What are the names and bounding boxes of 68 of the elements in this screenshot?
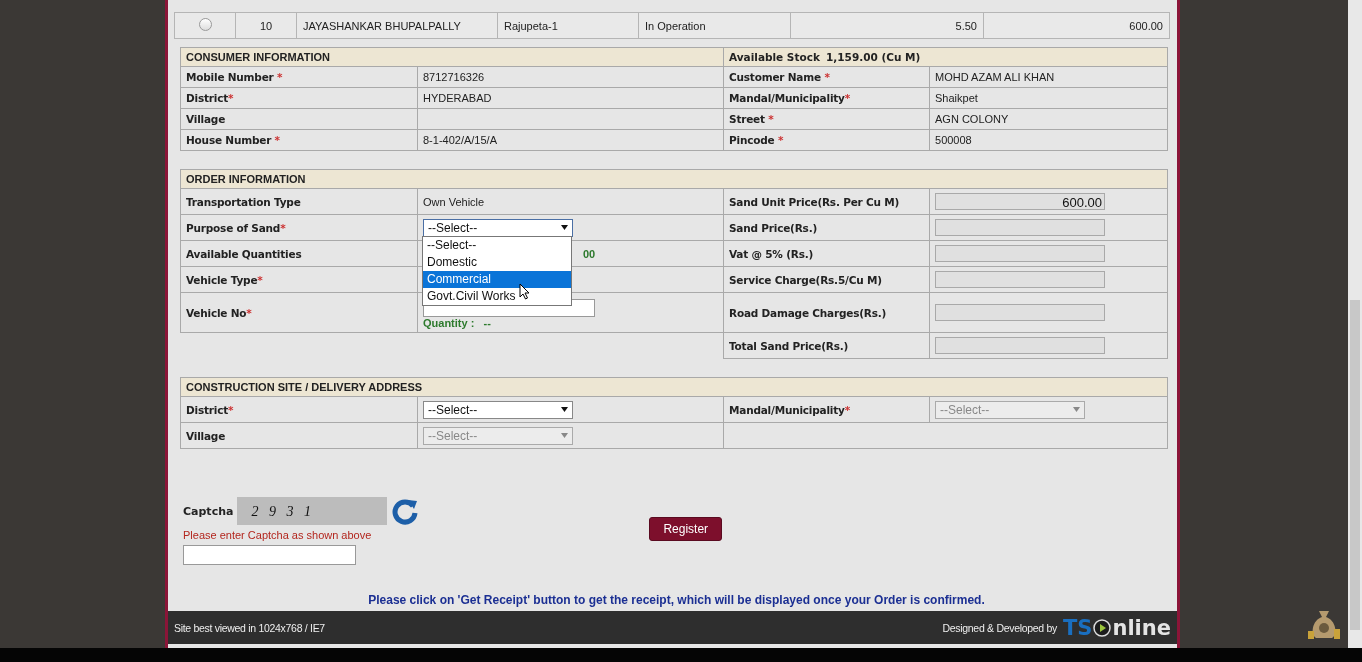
captcha-image: 2 9 3 1 [237, 497, 388, 525]
field-label: Mandal/Municipality* [729, 403, 851, 416]
register-button[interactable]: Register [649, 517, 723, 541]
field-label: Village [186, 113, 226, 125]
field-value: 500008 [935, 134, 972, 146]
field-label: Pincode * [729, 134, 784, 146]
table-cell: JAYASHANKAR BHUPALPALLY [303, 19, 461, 32]
dropdown-arrow-icon [1073, 407, 1080, 412]
captcha-label: Captcha [183, 504, 234, 518]
section-title: CONSUMER INFORMATION [186, 51, 330, 63]
logo: TS nline [1063, 615, 1171, 640]
field-label: District* [186, 403, 234, 416]
field-label: Road Damage Charges(Rs.) [729, 306, 887, 319]
footer-note: Site best viewed in 1024x768 / IE7 [174, 621, 325, 634]
dropdown-option[interactable]: Domestic [423, 254, 571, 271]
field-label: Available Quantities [186, 247, 302, 260]
notice-text: Please click on 'Get Receipt' button to get the receipt, which will be displayed once your Order is confirmed. [367, 593, 986, 607]
field-value: 8712716326 [423, 71, 485, 83]
field-value: HYDERABAD [423, 92, 492, 104]
field-value: MOHD AZAM ALI KHAN [935, 71, 1055, 83]
table-cell: In Operation [645, 19, 706, 32]
select-field[interactable]: --Select-- [423, 218, 573, 237]
field-label: Mobile Number * [186, 71, 283, 83]
field-label: Transportation Type [186, 195, 301, 208]
field-label: House Number * [186, 134, 280, 146]
refresh-icon[interactable] [391, 497, 420, 525]
dropdown-arrow-icon [561, 225, 568, 230]
dropdown-option[interactable]: Commercial [423, 271, 571, 288]
table-cell: Rajupeta-1 [504, 19, 558, 32]
field-label: Mandal/Municipality* [729, 92, 851, 104]
amount-field: 600.00 [935, 193, 1105, 210]
field-label: Village [186, 429, 226, 442]
scrollbar[interactable] [1348, 0, 1362, 648]
section-title: CONSTRUCTION SITE / DELIVERY ADDRESS [186, 381, 423, 393]
cursor-icon [519, 283, 530, 300]
field-label: Street * [729, 113, 774, 125]
field-label: District* [186, 92, 234, 104]
dropdown-arrow-icon [561, 407, 568, 412]
field-label: Sand Unit Price(Rs. Per Cu M) [729, 195, 900, 208]
field-label: Vehicle No* [186, 306, 252, 319]
quantity-label: Quantity : [423, 316, 475, 329]
field-value: AGN COLONY [935, 113, 1009, 125]
select-field[interactable]: --Select-- [423, 400, 573, 419]
section-title: ORDER INFORMATION [186, 173, 306, 185]
stock-value: 1,159.00 (Cu M) [826, 51, 921, 63]
table-cell: 10 [259, 19, 273, 32]
dropdown-option[interactable]: Govt.Civil Works [423, 288, 571, 305]
table-cell: 5.50 [955, 19, 977, 32]
field-label: Sand Price(Rs.) [729, 221, 818, 234]
field-label: Vehicle Type* [186, 273, 263, 286]
field-label: Purpose of Sand* [186, 221, 286, 234]
field-label: Customer Name * [729, 71, 830, 83]
captcha-field[interactable] [183, 545, 356, 565]
captcha-hint: Please enter Captcha as shown above [183, 529, 373, 541]
field-label: Vat @ 5% (Rs.) [729, 247, 814, 260]
stock-label: Available Stock [729, 51, 820, 63]
field-value: Own Vehicle [423, 195, 485, 208]
credit-text: Designed & Developed by [942, 621, 1057, 634]
dropdown-arrow-icon [561, 433, 568, 438]
quantity-value: -- [483, 316, 491, 329]
radio-button[interactable] [198, 18, 212, 31]
dropdown-option[interactable]: --Select-- [423, 237, 571, 254]
field-label: Service Charge(Rs.5/Cu M) [729, 273, 882, 286]
quantity-value: 00 [583, 247, 596, 260]
field-label: Total Sand Price(Rs.) [729, 339, 849, 352]
field-value: 8-1-402/A/15/A [423, 134, 497, 146]
field-value: Shaikpet [935, 92, 978, 104]
table-cell: 600.00 [1129, 19, 1163, 32]
